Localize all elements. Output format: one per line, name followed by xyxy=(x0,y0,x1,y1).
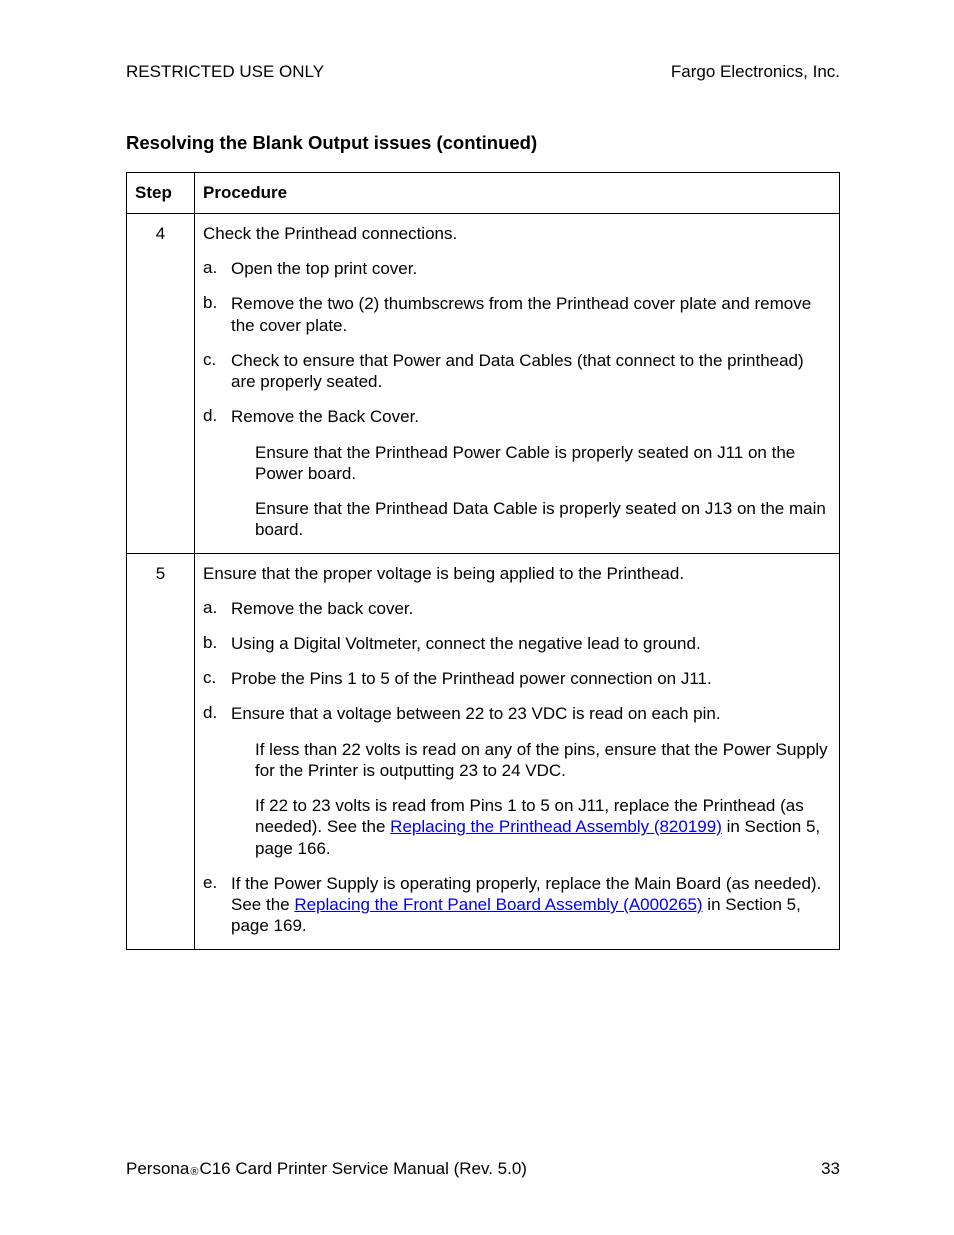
item-text: If the Power Supply is operating properl… xyxy=(231,873,831,937)
item-text: Remove the back cover. xyxy=(231,598,831,619)
item-marker: b. xyxy=(203,293,231,336)
item-marker: a. xyxy=(203,598,231,619)
list-item: b. Remove the two (2) thumbscrews from t… xyxy=(203,293,831,336)
item-text: Remove the Back Cover. xyxy=(231,406,831,427)
list-item: b. Using a Digital Voltmeter, connect th… xyxy=(203,633,831,654)
section-heading: Resolving the Blank Output issues (conti… xyxy=(126,132,840,154)
sub-note: Ensure that the Printhead Power Cable is… xyxy=(255,442,831,485)
step-number: 4 xyxy=(127,214,195,554)
sub-note: Ensure that the Printhead Data Cable is … xyxy=(255,498,831,541)
sub-note: If less than 22 volts is read on any of … xyxy=(255,739,831,782)
item-marker: c. xyxy=(203,668,231,689)
footer-brand: Persona xyxy=(126,1159,189,1179)
item-marker: d. xyxy=(203,406,231,427)
list-item: d. Remove the Back Cover. xyxy=(203,406,831,427)
item-marker: b. xyxy=(203,633,231,654)
header-right: Fargo Electronics, Inc. xyxy=(671,62,840,82)
list-item: a. Open the top print cover. xyxy=(203,258,831,279)
link-replace-printhead[interactable]: Replacing the Printhead Assembly (820199… xyxy=(390,817,722,836)
procedure-cell: Check the Printhead connections. a. Open… xyxy=(195,214,840,554)
procedure-lead: Ensure that the proper voltage is being … xyxy=(203,564,831,584)
page-header: RESTRICTED USE ONLY Fargo Electronics, I… xyxy=(126,62,840,82)
list-item: a. Remove the back cover. xyxy=(203,598,831,619)
col-header-procedure: Procedure xyxy=(195,173,840,214)
footer-left: Persona® C16 Card Printer Service Manual… xyxy=(126,1159,527,1179)
procedure-table: Step Procedure 4 Check the Printhead con… xyxy=(126,172,840,950)
table-row: 4 Check the Printhead connections. a. Op… xyxy=(127,214,840,554)
page-footer: Persona® C16 Card Printer Service Manual… xyxy=(126,1159,840,1179)
item-text: Check to ensure that Power and Data Cabl… xyxy=(231,350,831,393)
list-item: c. Check to ensure that Power and Data C… xyxy=(203,350,831,393)
item-marker: d. xyxy=(203,703,231,724)
item-text: Using a Digital Voltmeter, connect the n… xyxy=(231,633,831,654)
list-item: c. Probe the Pins 1 to 5 of the Printhea… xyxy=(203,668,831,689)
item-text: Probe the Pins 1 to 5 of the Printhead p… xyxy=(231,668,831,689)
table-row: 5 Ensure that the proper voltage is bein… xyxy=(127,553,840,949)
item-marker: c. xyxy=(203,350,231,393)
item-text: Remove the two (2) thumbscrews from the … xyxy=(231,293,831,336)
step-number: 5 xyxy=(127,553,195,949)
item-text: Open the top print cover. xyxy=(231,258,831,279)
list-item: e. If the Power Supply is operating prop… xyxy=(203,873,831,937)
procedure-lead: Check the Printhead connections. xyxy=(203,224,831,244)
footer-tail: C16 Card Printer Service Manual (Rev. 5.… xyxy=(199,1159,527,1179)
item-marker: e. xyxy=(203,873,231,937)
item-marker: a. xyxy=(203,258,231,279)
col-header-step: Step xyxy=(127,173,195,214)
item-text: Ensure that a voltage between 22 to 23 V… xyxy=(231,703,831,724)
table-header-row: Step Procedure xyxy=(127,173,840,214)
list-item: d. Ensure that a voltage between 22 to 2… xyxy=(203,703,831,724)
link-replace-front-panel-board[interactable]: Replacing the Front Panel Board Assembly… xyxy=(294,895,702,914)
registered-icon: ® xyxy=(190,1166,198,1178)
header-left: RESTRICTED USE ONLY xyxy=(126,62,324,82)
sub-note: If 22 to 23 volts is read from Pins 1 to… xyxy=(255,795,831,859)
page-number: 33 xyxy=(821,1159,840,1179)
procedure-cell: Ensure that the proper voltage is being … xyxy=(195,553,840,949)
